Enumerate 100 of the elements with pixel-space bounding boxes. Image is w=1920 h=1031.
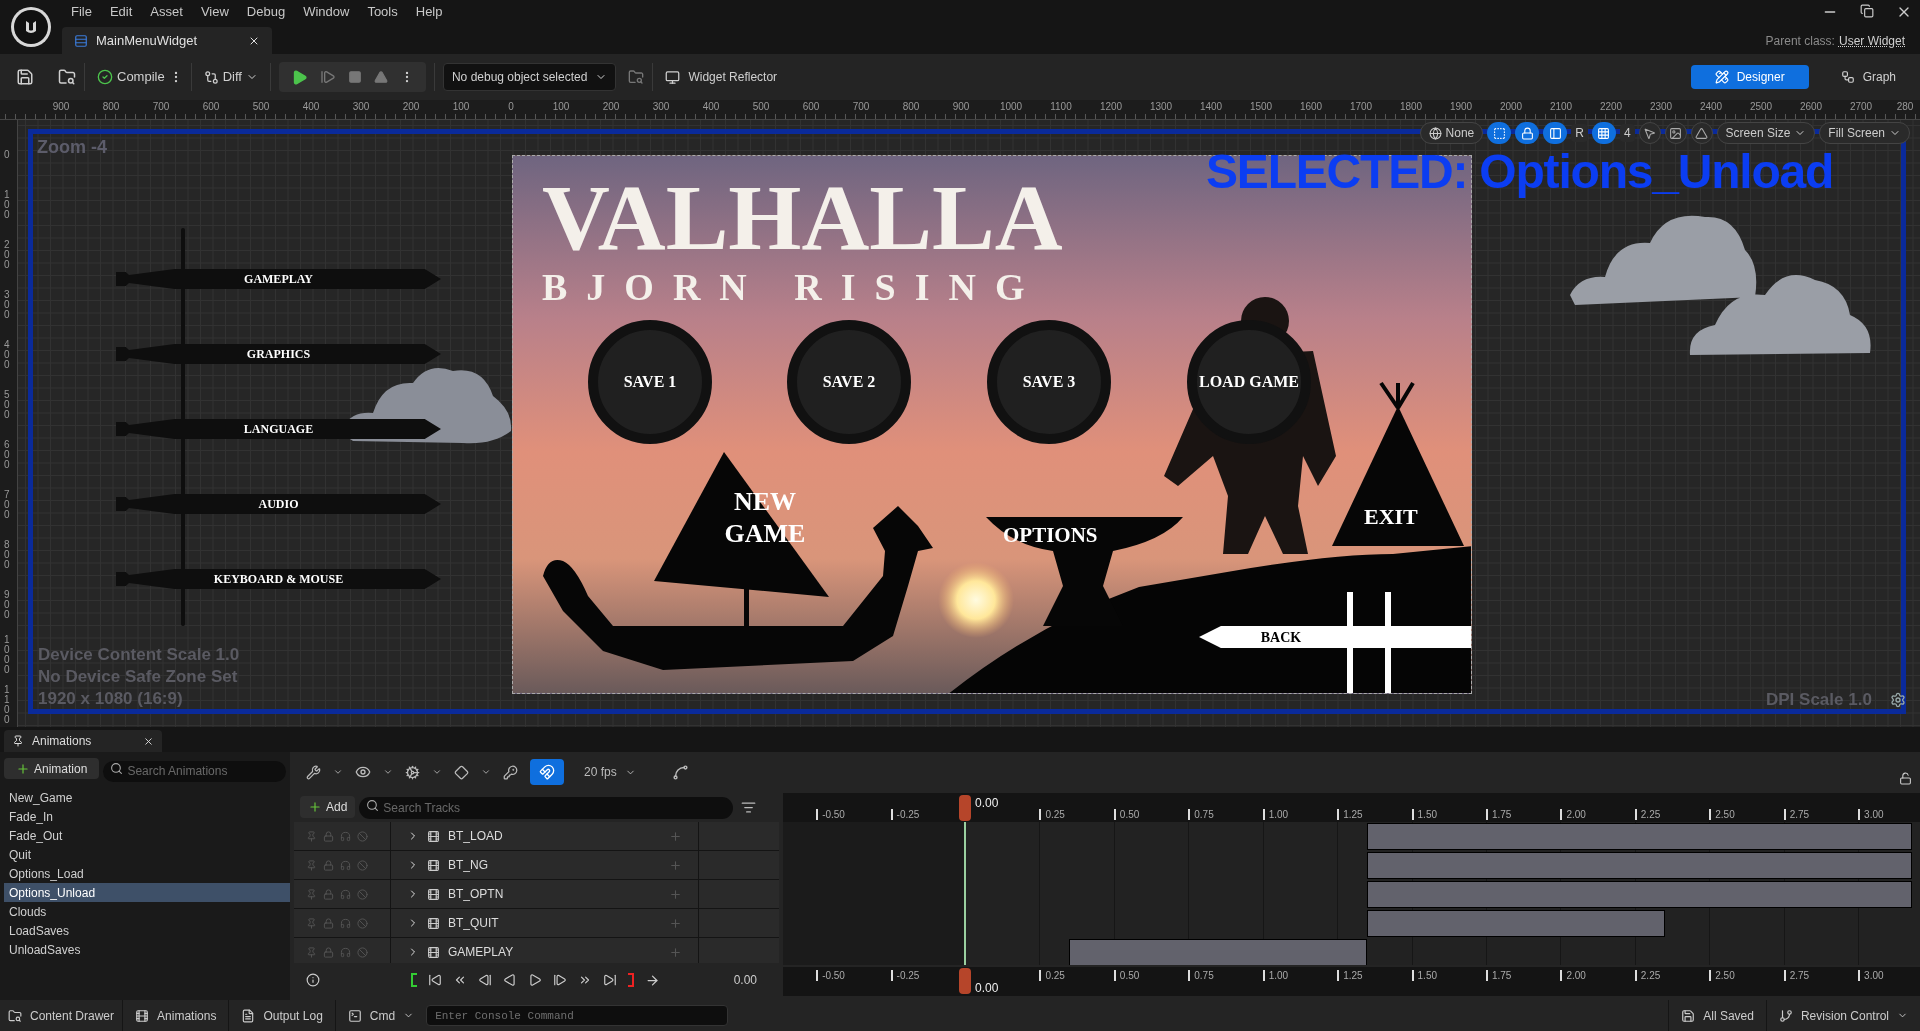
range-end-icon[interactable] [628,973,634,987]
shield-button[interactable]: SAVE 2 [787,320,911,444]
animation-list-item[interactable]: UnloadSaves [4,940,290,959]
key-icon[interactable] [503,764,518,780]
grid-toggle[interactable] [1591,122,1616,144]
panel-tab[interactable]: Animations [4,730,162,752]
save-icon[interactable] [16,68,34,86]
shield-button[interactable]: SAVE 3 [987,320,1111,444]
diamond-icon[interactable] [454,764,469,780]
exit-button[interactable]: EXIT [1364,500,1418,533]
menu-item[interactable]: Asset [141,2,192,22]
animation-list-item[interactable]: Fade_Out [4,826,290,845]
menu-sword-button[interactable]: LANGUAGE [116,419,441,439]
wrench-icon[interactable] [306,764,321,780]
track-row[interactable]: BT_OPTN [390,880,698,908]
gear-icon[interactable] [405,764,420,780]
content-drawer-button[interactable]: Content Drawer [0,1000,124,1031]
options-button[interactable]: OPTIONS [1003,523,1098,547]
animation-list-item[interactable]: LoadSaves [4,921,290,940]
menu-item[interactable]: Window [294,2,359,22]
animation-list-item[interactable]: Fade_In [4,807,290,826]
image-toggle[interactable] [1664,122,1687,144]
mode-tab[interactable]: Graph [1832,65,1904,89]
diff-button[interactable]: Diff [199,67,262,87]
menu-sword-button[interactable]: AUDIO [116,494,441,514]
shield-button[interactable]: SAVE 1 [588,320,712,444]
menu-sword-button[interactable]: GRAPHICS [116,344,441,364]
search-field[interactable]: Search Tracks [359,797,734,819]
cmd-dropdown[interactable]: Cmd [335,1006,427,1025]
shield-button[interactable]: LOAD GAME [1187,320,1311,444]
layout-toggle[interactable] [1543,122,1568,144]
menu-item[interactable]: Tools [358,2,407,22]
snap-toggle[interactable] [530,759,564,785]
play-reverse-icon[interactable] [503,973,517,987]
menu-item[interactable]: View [191,2,238,22]
browse-icon[interactable] [58,68,76,86]
menu-item[interactable]: Help [406,2,452,22]
viewport-dropdown[interactable]: Screen Size [1716,122,1816,144]
document-tab[interactable]: MainMenuWidget [62,27,272,54]
menu-sword-button[interactable]: GAMEPLAY [116,269,441,289]
info-icon[interactable] [306,973,320,987]
revision-control-dropdown[interactable]: Revision Control [1765,1000,1920,1031]
fps-dropdown[interactable]: 20 fps [584,763,636,781]
range-start-icon[interactable] [411,973,417,987]
step-forward-icon[interactable] [553,973,567,987]
restore-icon[interactable] [1860,4,1874,18]
animation-list-item[interactable]: Quit [4,845,290,864]
playhead-marker[interactable] [959,968,971,994]
animation-list-item[interactable]: Options_Load [4,864,290,883]
widget-reflector-button[interactable]: Widget Reflector [661,68,782,86]
track-section-bar[interactable] [1366,852,1912,879]
curve-icon[interactable] [671,763,689,781]
next-key-icon[interactable] [578,973,592,987]
track-section-bar[interactable] [1069,939,1367,965]
viewport-dropdown[interactable]: Fill Screen [1819,122,1910,144]
save-status-button[interactable]: All Saved [1668,1000,1766,1031]
world-dropdown[interactable]: None [1419,122,1484,144]
menu-item[interactable]: File [62,2,101,22]
track-section-bar[interactable] [1366,823,1912,850]
add-animation-button[interactable]: Animation [4,758,100,779]
animations-button[interactable]: Animations [123,1000,230,1031]
filter-icon[interactable] [741,799,757,815]
step-icon[interactable] [319,69,336,85]
back-sword-button[interactable]: BACK [1199,626,1471,648]
track-section-bar[interactable] [1366,881,1912,908]
parent-class-link[interactable]: User Widget [1838,32,1905,50]
marquee-toggle[interactable] [1487,122,1512,144]
playhead-marker[interactable] [959,795,971,821]
animation-list-item[interactable]: Clouds [4,902,290,921]
unlock-icon[interactable] [1899,772,1912,785]
console-input[interactable]: Enter Console Command [426,1005,729,1026]
menu-item[interactable]: Debug [237,2,295,22]
track-row[interactable]: BT_NG [390,851,698,879]
mirror-toggle[interactable] [1690,122,1713,144]
step-back-icon[interactable] [478,973,492,987]
menu-sword-button[interactable]: KEYBOARD & MOUSE [116,569,441,589]
view-icon[interactable] [355,764,371,780]
close-icon[interactable] [143,735,154,747]
compile-button[interactable]: Compile [93,67,169,87]
track-row[interactable]: GAMEPLAY [390,938,698,963]
pointer-toggle[interactable] [1638,122,1661,144]
track-row[interactable]: BT_QUIT [390,909,698,937]
play-icon[interactable] [528,973,542,987]
add-track-button[interactable]: Add [300,796,356,818]
track-section-bar[interactable] [1366,910,1665,937]
previous-key-icon[interactable] [453,973,467,987]
track-row[interactable]: BT_LOAD [390,822,698,850]
search-field[interactable]: Search Animations [103,760,286,782]
lock-toggle[interactable] [1515,122,1540,144]
stop-icon[interactable] [347,70,362,84]
jump-end-icon[interactable] [603,973,617,987]
arrow-right-icon[interactable] [645,972,660,988]
settings-icon[interactable] [1890,692,1906,708]
output-log-button[interactable]: Output Log [229,1000,336,1031]
mode-tab[interactable]: Designer [1690,65,1809,89]
jump-start-icon[interactable] [428,973,442,987]
animation-list-item[interactable]: New_Game [4,788,290,807]
animation-list-item[interactable]: Options_Unload [4,883,290,902]
menu-item[interactable]: Edit [100,2,142,22]
eject-icon[interactable] [373,70,388,84]
